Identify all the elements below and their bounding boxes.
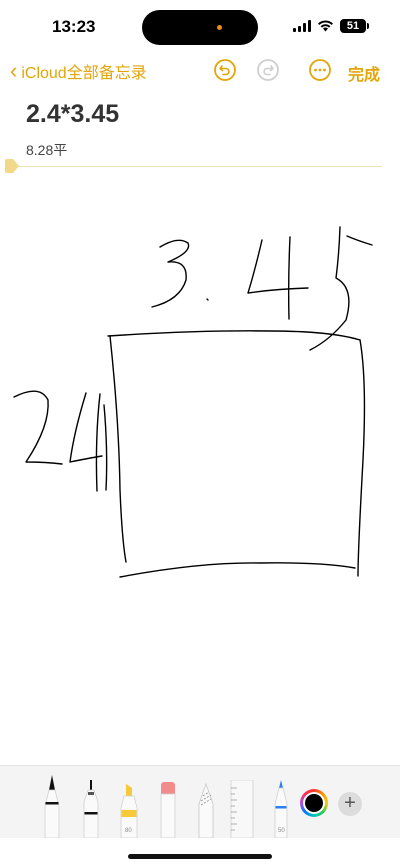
system-indicators: 51 (293, 19, 369, 33)
fineliner-tool[interactable] (82, 780, 100, 838)
color-picker-button[interactable] (300, 789, 328, 817)
stroke-digit-4-left-b (95, 393, 101, 492)
marker-width-label: 80 (125, 828, 132, 834)
ruler-tool[interactable] (229, 780, 255, 838)
stroke-digit-4-left-c (103, 404, 108, 491)
redo-icon[interactable] (256, 58, 280, 82)
status-bar: 13:23 51 (0, 0, 400, 54)
lasso-tool[interactable] (196, 782, 216, 838)
stroke-decimal-point (206, 298, 209, 301)
more-icon[interactable] (308, 58, 332, 82)
note-body-text[interactable]: 8.28平 (26, 140, 67, 160)
wifi-icon (318, 20, 333, 32)
pencil-width-label: 50 (278, 828, 285, 834)
note-title[interactable]: 2.4*3.45 (26, 100, 119, 129)
stroke-digit-4-a (247, 239, 309, 294)
done-button[interactable]: 完成 (348, 61, 380, 85)
home-indicator[interactable] (128, 854, 272, 859)
drawing-divider (10, 166, 382, 167)
stroke-rect-left (109, 335, 127, 563)
drawing-toolbar: 80 50 + (0, 765, 400, 838)
drawing-resize-handle[interactable] (4, 159, 20, 173)
nav-bar: ‹ iCloud全部备忘录 完成 (0, 56, 400, 86)
eraser-tool[interactable] (158, 782, 178, 838)
stroke-rect-right (357, 339, 366, 577)
undo-icon[interactable] (213, 58, 237, 82)
pen-tool[interactable] (43, 772, 61, 838)
stroke-digit-5-body (309, 226, 350, 351)
stroke-digit-4-b (287, 236, 291, 320)
clock: 13:23 (52, 17, 96, 36)
dynamic-island (142, 10, 258, 45)
stroke-rect-bottom (119, 562, 356, 578)
signal-icon (293, 20, 311, 32)
mic-indicator (217, 25, 222, 30)
chevron-left-icon: ‹ (10, 58, 18, 83)
selected-color-swatch (305, 794, 323, 812)
back-label: iCloud全部备忘录 (21, 65, 147, 82)
stroke-digit-2 (13, 390, 63, 465)
stroke-digit-3 (151, 239, 190, 308)
handwriting-canvas[interactable] (0, 200, 400, 620)
stroke-digit-5-top (346, 235, 373, 246)
stroke-rect-top (107, 330, 361, 341)
add-tool-button[interactable]: + (338, 792, 362, 816)
back-button[interactable]: ‹ iCloud全部备忘录 (10, 59, 147, 83)
battery-icon: 51 (340, 19, 369, 33)
